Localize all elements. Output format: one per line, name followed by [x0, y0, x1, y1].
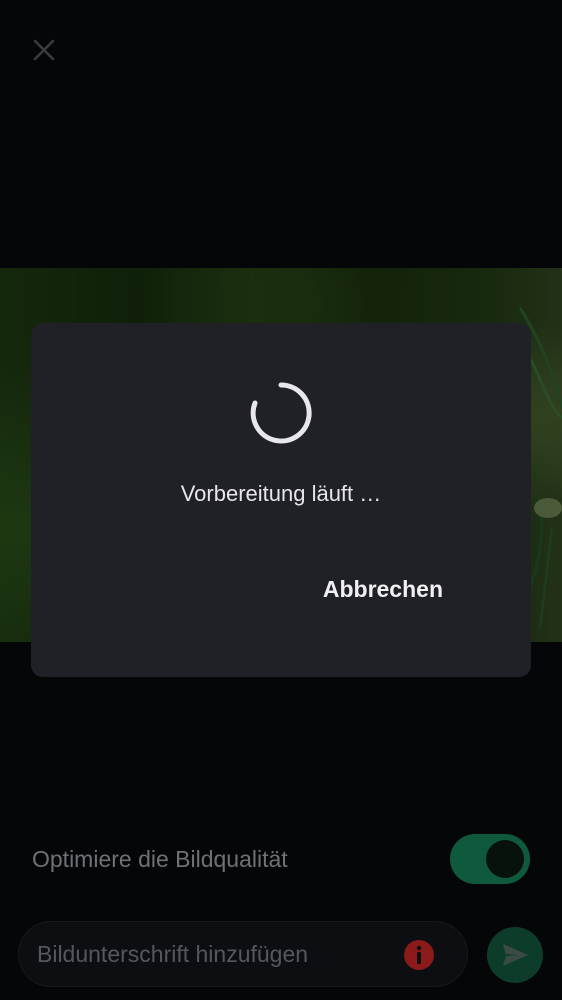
send-icon	[503, 944, 528, 966]
optimize-quality-label: Optimiere die Bildqualität	[32, 846, 288, 872]
send-button[interactable]	[487, 927, 543, 983]
loading-spinner-icon	[250, 382, 312, 444]
optimize-quality-row: Optimiere die Bildqualität	[32, 834, 532, 886]
progress-text: Vorbereitung läuft …	[180, 481, 382, 506]
cancel-button[interactable]: Abbrechen	[305, 569, 461, 609]
caption-field	[18, 921, 468, 987]
optimize-quality-toggle[interactable]	[450, 834, 530, 884]
info-icon[interactable]	[403, 939, 435, 971]
toggle-knob	[486, 840, 524, 878]
progress-dialog: Vorbereitung läuft … Abbrechen	[31, 323, 531, 677]
caption-input[interactable]	[37, 922, 397, 986]
